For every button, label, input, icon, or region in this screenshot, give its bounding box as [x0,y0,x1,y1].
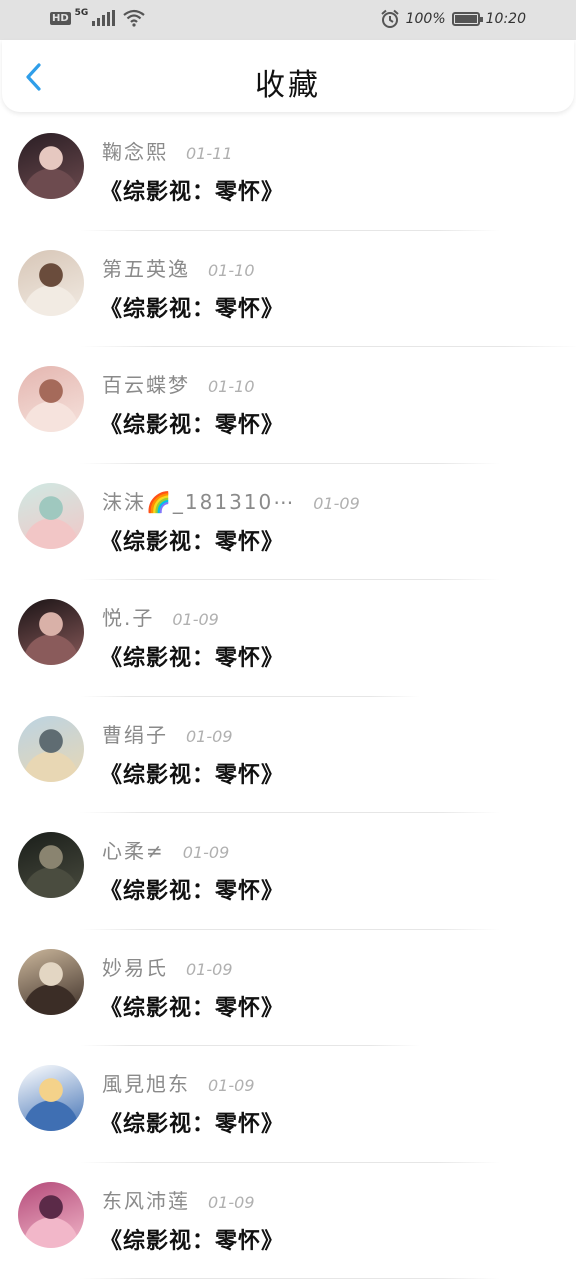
item-date: 01-09 [172,610,219,629]
item-meta: 心柔≠ 01-09 [102,835,229,864]
status-right: 100% 10:20 [380,9,526,29]
favorite-item[interactable]: 沫沫🌈_181310⋯ 01-09 《综影视：零怀》 [0,464,576,580]
item-title[interactable]: 《综影视：零怀》 [100,291,284,323]
favorite-item[interactable]: 百云蝶梦 01-10 《综影视：零怀》 [0,347,576,464]
item-title[interactable]: 《综影视：零怀》 [100,1223,284,1255]
hd-badge: HD [50,11,71,25]
avatar[interactable] [18,249,84,316]
status-left: HD 5G [50,8,146,27]
item-title[interactable]: 《综影视：零怀》 [100,873,284,905]
item-meta: 第五英逸 01-10 [102,253,255,282]
user-name[interactable]: 百云蝶梦 [102,369,190,398]
item-title[interactable]: 《综影视：零怀》 [100,640,284,672]
user-name[interactable]: 鞠念熙 [102,136,168,165]
item-title[interactable]: 《综影视：零怀》 [100,1106,284,1138]
item-meta: 鞠念熙 01-11 [102,136,233,165]
clock: 10:20 [485,11,526,27]
item-title[interactable]: 《综影视：零怀》 [100,990,284,1022]
item-date: 01-10 [208,377,255,396]
favorite-item[interactable]: 第五英逸 01-10 《综影视：零怀》 [0,231,576,347]
user-name[interactable]: 心柔≠ [102,835,165,864]
favorite-item[interactable]: 心柔≠ 01-09 《综影视：零怀》 [0,813,576,930]
item-date: 01-09 [208,1192,255,1212]
signal-icon [92,10,116,26]
avatar[interactable] [18,715,84,782]
item-meta: 东风沛莲 01-09 [102,1185,255,1214]
favorite-item[interactable]: 曹绢子 01-09 《综影视：零怀》 [0,697,576,813]
status-bar: HD 5G 100% 10:20 [0,0,576,40]
avatar[interactable] [18,832,84,898]
item-title[interactable]: 《综影视：零怀》 [100,524,284,556]
avatar[interactable] [18,482,84,549]
item-date: 01-09 [182,843,230,862]
item-meta: 沫沫🌈_181310⋯ 01-09 [102,486,360,515]
user-name[interactable]: 妙易氏 [102,952,168,981]
item-date: 01-11 [186,144,233,163]
user-name[interactable]: 沫沫🌈_181310⋯ [102,486,295,515]
item-meta: 風見旭东 01-09 [102,1068,255,1097]
favorites-list: 鞠念熙 01-11 《综影视：零怀》 第五英逸 01-10 《综影视：零怀》 百云蝶梦 01-… [0,114,576,1279]
avatar[interactable] [18,133,84,199]
item-title[interactable]: 《综影视：零怀》 [100,757,284,789]
alarm-icon [380,9,399,28]
network-type: 5G [74,8,89,18]
favorite-item[interactable]: 悦.子 01-09 《综影视：零怀》 [0,580,576,697]
favorite-item[interactable]: 鞠念熙 01-11 《综影视：零怀》 [0,114,576,231]
item-meta: 妙易氏 01-09 [102,952,233,981]
wifi-icon [123,9,146,27]
avatar[interactable] [18,366,84,432]
user-name[interactable]: 东风沛莲 [102,1185,190,1214]
avatar[interactable] [18,599,84,665]
item-meta: 百云蝶梦 01-10 [102,369,255,398]
battery-percent: 100% [405,11,446,27]
item-date: 01-09 [313,493,360,513]
favorite-item[interactable]: 妙易氏 01-09 《综影视：零怀》 [0,930,576,1046]
item-date: 01-10 [208,260,255,280]
avatar[interactable] [18,1065,84,1131]
user-name[interactable]: 悦.子 [102,602,154,631]
avatar[interactable] [18,1181,84,1248]
item-date: 01-09 [208,1076,255,1095]
item-meta: 悦.子 01-09 [102,602,219,631]
user-name[interactable]: 風見旭东 [102,1068,190,1097]
item-meta: 曹绢子 01-09 [102,719,233,748]
item-date: 01-09 [186,726,233,746]
user-name[interactable]: 第五英逸 [102,253,190,282]
favorite-item[interactable]: 風見旭东 01-09 《综影视：零怀》 [0,1046,576,1163]
page-title: 收藏 [255,68,321,103]
favorite-item[interactable]: 东风沛莲 01-09 《综影视：零怀》 [0,1163,576,1279]
item-title[interactable]: 《综影视：零怀》 [100,407,284,439]
divider [80,1278,500,1279]
item-title[interactable]: 《综影视：零怀》 [100,174,284,206]
user-name[interactable]: 曹绢子 [102,719,168,748]
battery-icon [451,12,483,26]
avatar[interactable] [18,948,84,1015]
header: 收藏 [2,40,574,112]
item-date: 01-09 [186,959,233,979]
